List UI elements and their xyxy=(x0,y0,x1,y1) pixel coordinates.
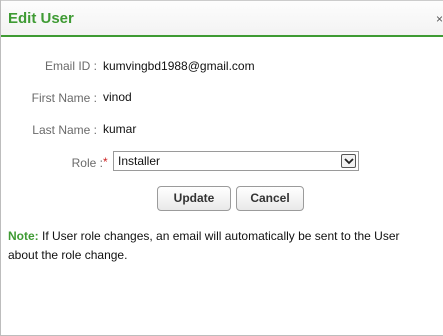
note-text: If User role changes, an email will auto… xyxy=(8,229,400,262)
first-name-label: First Name : xyxy=(31,91,97,105)
last-name-value: kumar xyxy=(103,122,137,136)
email-label: Email ID : xyxy=(44,59,97,73)
update-button[interactable]: Update xyxy=(157,186,231,211)
dialog-title-bar: Edit User × xyxy=(1,0,443,37)
first-name-value: vinod xyxy=(103,90,132,104)
dialog-title: Edit User xyxy=(8,10,74,27)
role-change-note: Note: If User role changes, an email wil… xyxy=(8,227,428,265)
last-name-label: Last Name : xyxy=(32,123,97,137)
edit-user-dialog: Edit User × Email ID : kumvingbd1988@gma… xyxy=(0,0,443,336)
email-value: kumvingbd1988@gmail.com xyxy=(103,59,255,73)
required-indicator: * xyxy=(103,155,108,169)
role-label: Role : xyxy=(71,156,103,170)
close-icon[interactable]: × xyxy=(436,12,443,26)
role-selected-value: Installer xyxy=(118,154,161,168)
cancel-button[interactable]: Cancel xyxy=(236,186,304,211)
note-label: Note: xyxy=(8,229,39,243)
chevron-down-icon[interactable] xyxy=(341,154,356,168)
role-select[interactable]: Installer xyxy=(113,151,359,171)
